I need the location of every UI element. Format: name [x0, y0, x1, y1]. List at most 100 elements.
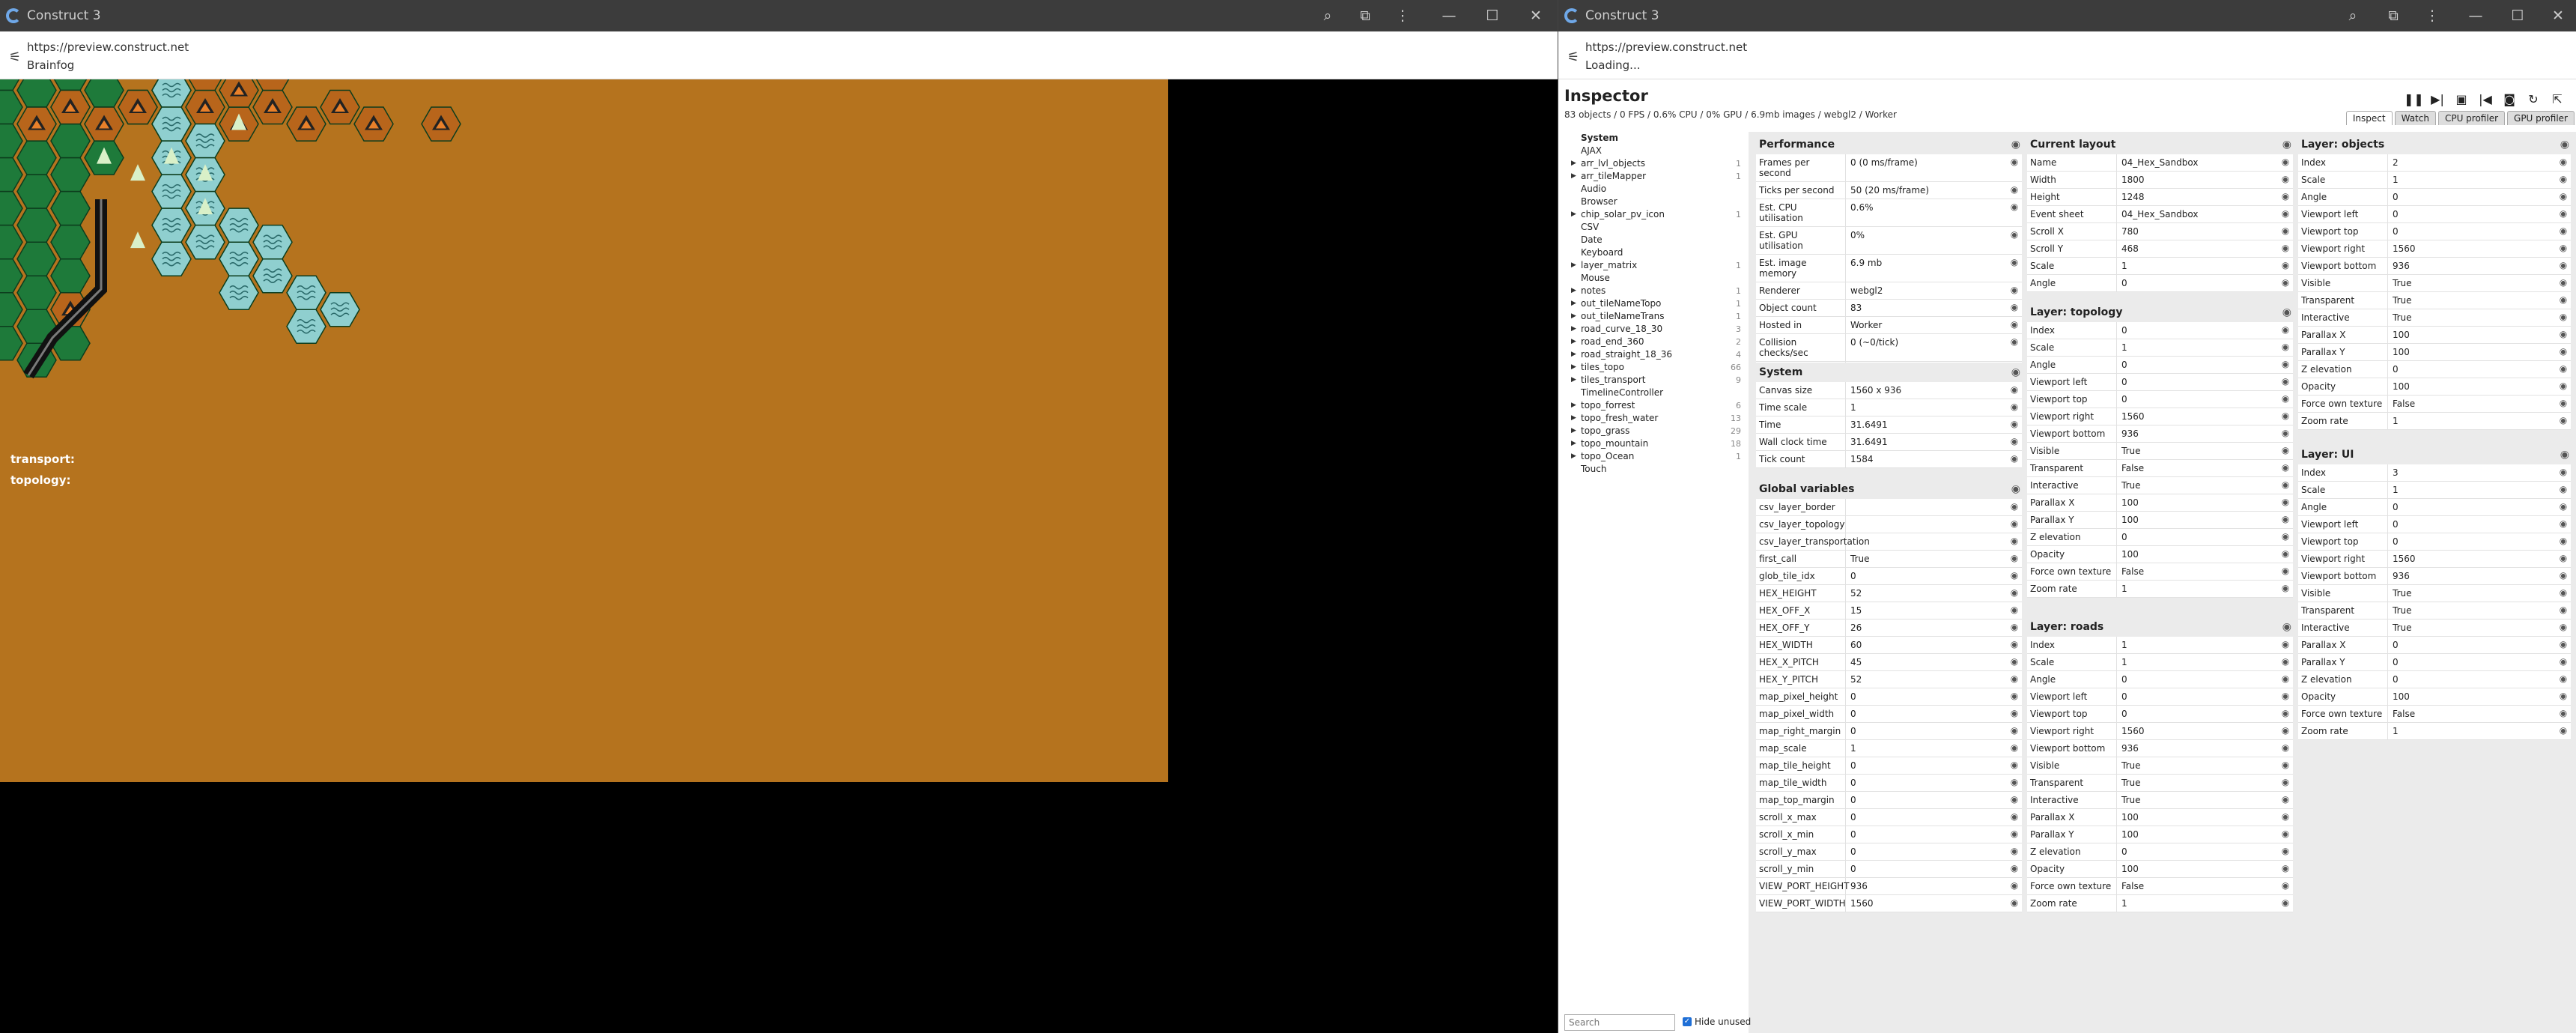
- watch-eye-icon[interactable]: ◉: [2278, 240, 2293, 257]
- watch-eye-icon[interactable]: ◉: [2278, 740, 2293, 757]
- refresh-icon[interactable]: ↻: [2524, 91, 2543, 108]
- watch-eye-icon[interactable]: ◉: [2007, 671, 2022, 688]
- watch-eye-icon[interactable]: ◉: [2278, 494, 2293, 511]
- expand-arrow-icon[interactable]: ▶: [1571, 310, 1576, 323]
- tree-item[interactable]: Audio: [1564, 183, 1744, 196]
- watch-eye-icon[interactable]: ◉: [2556, 464, 2571, 481]
- screenshot-icon[interactable]: ◙: [2500, 91, 2519, 108]
- tab-gpu-profiler[interactable]: GPU profiler: [2507, 111, 2575, 125]
- property-value[interactable]: True: [2388, 309, 2556, 326]
- property-value[interactable]: 52: [1846, 585, 2007, 602]
- property-value[interactable]: 52: [1846, 671, 2007, 688]
- property-value[interactable]: 0: [1846, 723, 2007, 739]
- watch-eye-icon[interactable]: ◉: [2556, 533, 2571, 550]
- expand-arrow-icon[interactable]: ▶: [1571, 361, 1576, 374]
- watch-eye-icon[interactable]: ◉: [2007, 416, 2022, 433]
- tree-item[interactable]: ▶ topo_grass 29: [1564, 425, 1744, 437]
- property-value[interactable]: 1560: [2117, 723, 2278, 739]
- property-value[interactable]: 0: [1846, 792, 2007, 808]
- watch-eye-icon[interactable]: ◉: [2560, 135, 2569, 154]
- property-value[interactable]: 100: [2388, 327, 2556, 343]
- expand-arrow-icon[interactable]: ▶: [1571, 297, 1576, 310]
- watch-eye-icon[interactable]: ◉: [2278, 408, 2293, 425]
- watch-eye-icon[interactable]: ◉: [2556, 361, 2571, 378]
- property-value[interactable]: 3: [2388, 464, 2556, 481]
- property-value[interactable]: 1800: [2117, 172, 2278, 188]
- watch-eye-icon[interactable]: ◉: [2007, 809, 2022, 826]
- watch-eye-icon[interactable]: ◉: [2282, 135, 2291, 154]
- expand-arrow-icon[interactable]: ▶: [1571, 425, 1576, 437]
- property-value[interactable]: [1846, 516, 2007, 533]
- property-value[interactable]: 0: [1846, 688, 2007, 705]
- watch-eye-icon[interactable]: ◉: [2007, 637, 2022, 653]
- extensions-icon[interactable]: ⧉: [2382, 4, 2405, 27]
- watch-eye-icon[interactable]: ◉: [2007, 895, 2022, 912]
- watch-eye-icon[interactable]: ◉: [2556, 499, 2571, 515]
- property-value[interactable]: 1: [2388, 723, 2556, 739]
- watch-eye-icon[interactable]: ◉: [2007, 199, 2022, 226]
- property-value[interactable]: 1248: [2117, 189, 2278, 205]
- property-value[interactable]: 1: [2388, 413, 2556, 429]
- property-value[interactable]: 0: [2117, 391, 2278, 408]
- watch-eye-icon[interactable]: ◉: [2556, 258, 2571, 274]
- property-value[interactable]: 04_Hex_Sandbox: [2117, 154, 2278, 171]
- property-value[interactable]: 60: [1846, 637, 2007, 653]
- tree-item[interactable]: ▶ topo_forrest 6: [1564, 399, 1744, 412]
- property-value[interactable]: 83: [1846, 300, 2007, 316]
- watch-eye-icon[interactable]: ◉: [2007, 300, 2022, 316]
- watch-eye-icon[interactable]: ◉: [2007, 551, 2022, 567]
- watch-eye-icon[interactable]: ◉: [2007, 826, 2022, 843]
- tree-item[interactable]: AJAX: [1564, 145, 1744, 157]
- watch-eye-icon[interactable]: ◉: [2007, 723, 2022, 739]
- property-value[interactable]: True: [2117, 792, 2278, 808]
- watch-eye-icon[interactable]: ◉: [2007, 602, 2022, 619]
- property-value[interactable]: 936: [2388, 568, 2556, 584]
- tree-item[interactable]: Browser: [1564, 196, 1744, 208]
- property-value[interactable]: 26: [1846, 620, 2007, 636]
- watch-eye-icon[interactable]: ◉: [2278, 688, 2293, 705]
- tree-item[interactable]: ▶ road_curve_18_30 3: [1564, 323, 1744, 336]
- watch-eye-icon[interactable]: ◉: [2007, 499, 2022, 515]
- more-menu-icon[interactable]: ⋮: [1391, 4, 1414, 27]
- watch-eye-icon[interactable]: ◉: [2278, 563, 2293, 580]
- watch-eye-icon[interactable]: ◉: [2278, 878, 2293, 894]
- watch-eye-icon[interactable]: ◉: [2278, 443, 2293, 459]
- page-url[interactable]: https://preview.construct.net: [1585, 40, 1747, 54]
- property-value[interactable]: 0: [2388, 533, 2556, 550]
- property-value[interactable]: 100: [2388, 344, 2556, 360]
- property-value[interactable]: 100: [2117, 494, 2278, 511]
- zoom-icon[interactable]: ⌕: [2342, 4, 2364, 27]
- property-value[interactable]: 1: [2117, 895, 2278, 912]
- watch-eye-icon[interactable]: ◉: [2556, 327, 2571, 343]
- minimize-icon[interactable]: —: [2464, 4, 2487, 27]
- property-value[interactable]: True: [2388, 292, 2556, 309]
- property-value[interactable]: [1846, 533, 2007, 550]
- tree-item[interactable]: ▶ layer_matrix 1: [1564, 259, 1744, 272]
- property-value[interactable]: 0: [2117, 706, 2278, 722]
- site-settings-icon[interactable]: ⚟: [1567, 49, 1579, 65]
- watch-eye-icon[interactable]: ◉: [2278, 223, 2293, 240]
- watch-eye-icon[interactable]: ◉: [2278, 529, 2293, 545]
- watch-eye-icon[interactable]: ◉: [2556, 516, 2571, 533]
- property-value[interactable]: 0: [1846, 568, 2007, 584]
- property-value[interactable]: 1: [2117, 637, 2278, 653]
- expand-arrow-icon[interactable]: ▶: [1571, 437, 1576, 450]
- watch-eye-icon[interactable]: ◉: [2007, 688, 2022, 705]
- watch-eye-icon[interactable]: ◉: [2278, 757, 2293, 774]
- watch-eye-icon[interactable]: ◉: [2007, 282, 2022, 299]
- property-value[interactable]: 1560 x 936: [1846, 382, 2007, 399]
- property-value[interactable]: 0: [2388, 637, 2556, 653]
- watch-eye-icon[interactable]: ◉: [2007, 654, 2022, 670]
- expand-arrow-icon[interactable]: ▶: [1571, 285, 1576, 297]
- property-value[interactable]: 1560: [1846, 895, 2007, 912]
- property-value[interactable]: 100: [2117, 809, 2278, 826]
- watch-eye-icon[interactable]: ◉: [2556, 706, 2571, 722]
- minimize-icon[interactable]: —: [1438, 4, 1460, 27]
- property-value[interactable]: 15: [1846, 602, 2007, 619]
- watch-eye-icon[interactable]: ◉: [2278, 154, 2293, 171]
- watch-eye-icon[interactable]: ◉: [2556, 172, 2571, 188]
- watch-eye-icon[interactable]: ◉: [2556, 206, 2571, 222]
- watch-eye-icon[interactable]: ◉: [2007, 740, 2022, 757]
- property-value[interactable]: 0: [1846, 861, 2007, 877]
- expand-arrow-icon[interactable]: ▶: [1571, 157, 1576, 170]
